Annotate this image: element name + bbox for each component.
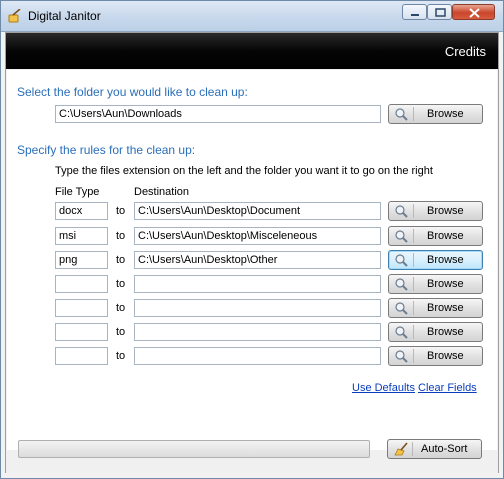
browse-label: Browse: [427, 230, 464, 242]
browse-label: Browse: [427, 278, 464, 290]
button-separator: [413, 253, 414, 267]
magnifier-icon: [395, 326, 408, 339]
magnifier-icon: [395, 350, 408, 363]
progress-bar: [18, 440, 370, 458]
magnifier-icon: [395, 205, 408, 218]
magnifier-icon: [395, 302, 408, 315]
rule-destination-input[interactable]: [134, 323, 381, 341]
source-browse-button[interactable]: Browse: [388, 104, 483, 124]
button-separator: [412, 442, 413, 456]
destination-column-header: Destination: [134, 186, 190, 198]
credits-link[interactable]: Credits: [445, 44, 486, 59]
filetype-column-header: File Type: [55, 186, 100, 198]
button-separator: [413, 229, 414, 243]
app-window: Digital Janitor Credits Select the folde…: [0, 0, 504, 479]
auto-sort-label: Auto-Sort: [421, 443, 468, 455]
browse-label: Browse: [427, 254, 464, 266]
rules-hint: Type the files extension on the left and…: [55, 165, 433, 177]
browse-label: Browse: [427, 326, 464, 338]
rule-destination-input[interactable]: [134, 347, 381, 365]
minimize-button[interactable]: [402, 4, 427, 20]
close-button[interactable]: [452, 4, 495, 20]
source-folder-input[interactable]: C:\Users\Aun\Downloads: [55, 105, 381, 123]
magnifier-icon: [395, 278, 408, 291]
main-panel: Select the folder you would like to clea…: [7, 70, 497, 450]
magnifier-icon: [395, 254, 408, 267]
broom-icon: [394, 442, 408, 456]
rule-to-label: to: [116, 302, 126, 314]
rule-filetype-input[interactable]: [55, 347, 108, 365]
rule-to-label: to: [116, 278, 126, 290]
rule-destination-input[interactable]: C:\Users\Aun\Desktop\Document: [134, 202, 381, 220]
browse-label: Browse: [427, 108, 464, 120]
rule-browse-button[interactable]: Browse: [388, 250, 483, 270]
rule-to-label: to: [116, 254, 126, 266]
button-separator: [413, 107, 414, 121]
magnifier-icon: [395, 230, 408, 243]
button-separator: [413, 204, 414, 218]
auto-sort-button[interactable]: Auto-Sort: [387, 439, 482, 459]
rule-filetype-input[interactable]: docx: [55, 202, 108, 220]
rule-browse-button[interactable]: Browse: [388, 346, 483, 366]
broom-app-icon: [8, 9, 21, 23]
rule-filetype-input[interactable]: [55, 275, 108, 293]
magnifier-icon: [395, 108, 408, 121]
maximize-button[interactable]: [427, 4, 452, 20]
minimize-icon: [411, 14, 419, 16]
button-separator: [413, 301, 414, 315]
rule-browse-button[interactable]: Browse: [388, 201, 483, 221]
header-band: Credits: [6, 33, 498, 69]
button-separator: [413, 349, 414, 363]
rule-filetype-input[interactable]: msi: [55, 227, 108, 245]
rule-to-label: to: [116, 350, 126, 362]
browse-label: Browse: [427, 350, 464, 362]
browse-label: Browse: [427, 302, 464, 314]
button-separator: [413, 277, 414, 291]
rule-browse-button[interactable]: Browse: [388, 322, 483, 342]
rule-to-label: to: [116, 326, 126, 338]
rules-section-label: Specify the rules for the clean up:: [17, 143, 196, 157]
browse-label: Browse: [427, 205, 464, 217]
source-section-label: Select the folder you would like to clea…: [17, 85, 248, 99]
rule-filetype-input[interactable]: [55, 323, 108, 341]
button-separator: [413, 325, 414, 339]
maximize-icon: [435, 8, 446, 17]
close-icon: [469, 8, 480, 18]
title-bar[interactable]: Digital Janitor: [1, 1, 503, 32]
rule-to-label: to: [116, 205, 126, 217]
client-area: Credits Select the folder you would like…: [5, 32, 499, 473]
rule-destination-input[interactable]: [134, 275, 381, 293]
window-title: Digital Janitor: [28, 9, 101, 23]
rule-destination-input[interactable]: C:\Users\Aun\Desktop\Misceleneous: [134, 227, 381, 245]
rule-browse-button[interactable]: Browse: [388, 226, 483, 246]
rule-filetype-input[interactable]: [55, 299, 108, 317]
rule-destination-input[interactable]: [134, 299, 381, 317]
use-defaults-link[interactable]: Use Defaults: [352, 382, 415, 394]
rule-browse-button[interactable]: Browse: [388, 298, 483, 318]
rule-filetype-input[interactable]: png: [55, 251, 108, 269]
clear-fields-link[interactable]: Clear Fields: [418, 382, 477, 394]
rule-browse-button[interactable]: Browse: [388, 274, 483, 294]
rule-destination-input[interactable]: C:\Users\Aun\Desktop\Other: [134, 251, 381, 269]
rule-to-label: to: [116, 230, 126, 242]
